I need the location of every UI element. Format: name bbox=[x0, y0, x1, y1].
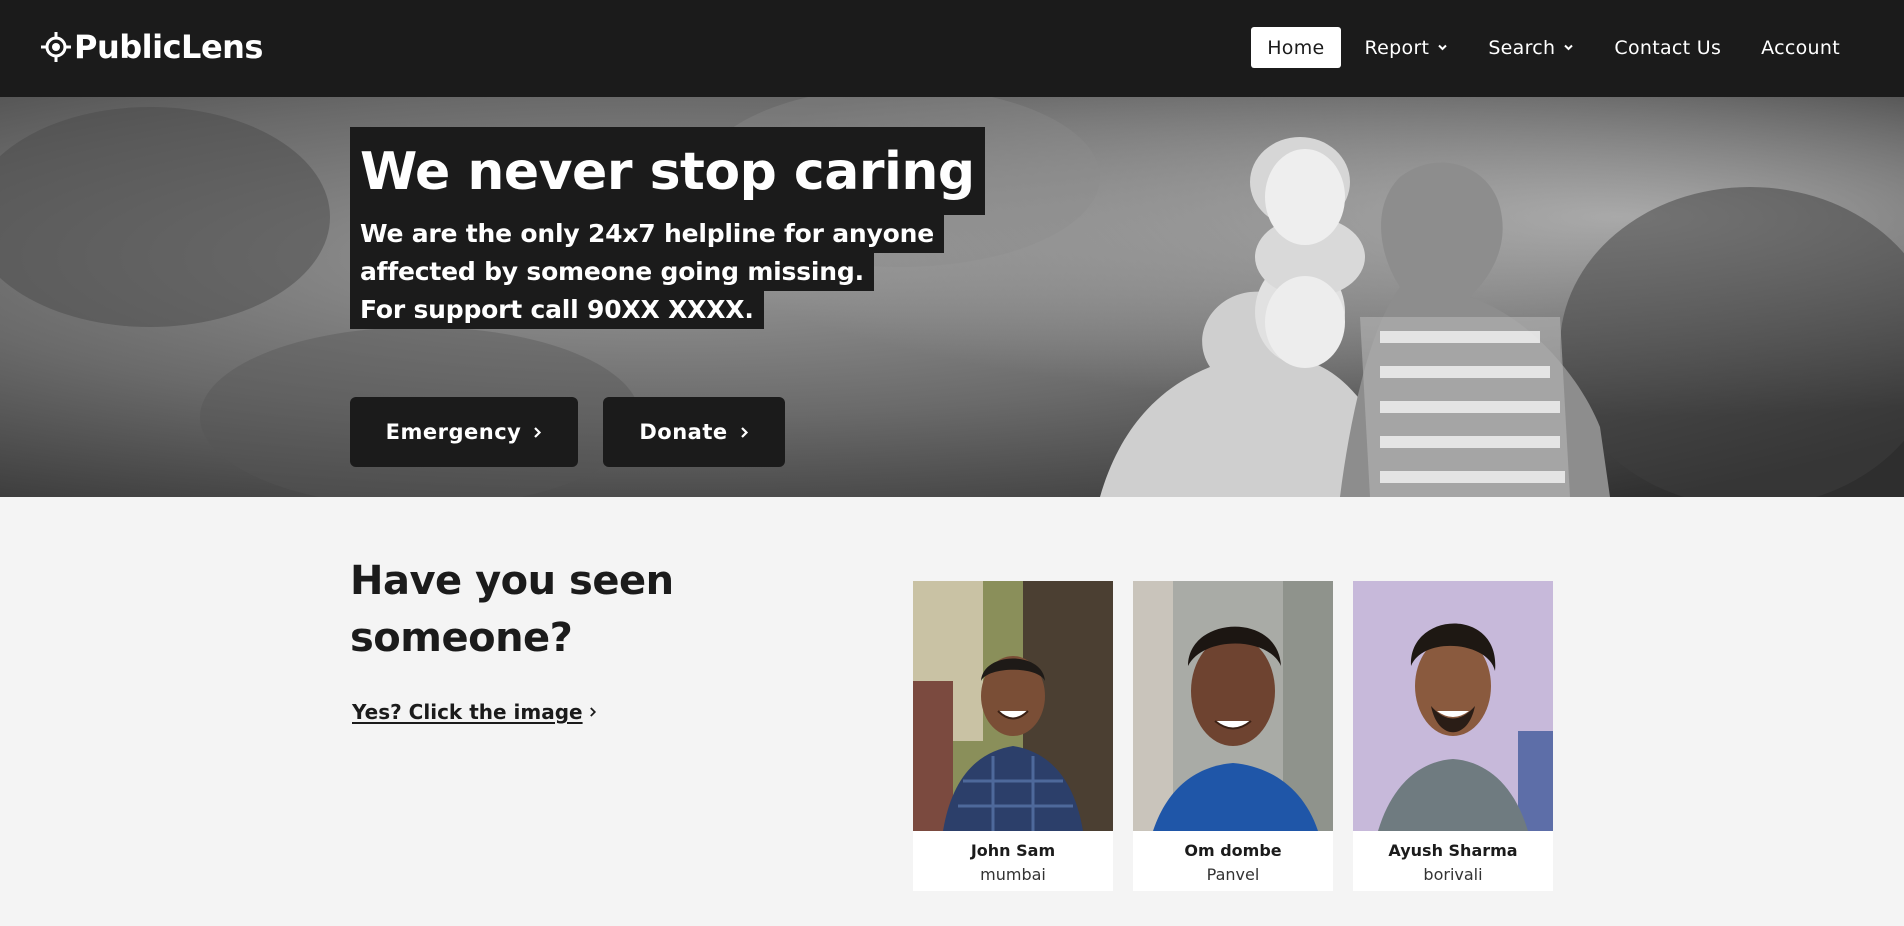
nav-contact-label: Contact Us bbox=[1614, 36, 1722, 59]
nav-report-dropdown[interactable]: Report bbox=[1349, 27, 1465, 68]
hero-subtitle-line: For support call 90XX XXXX. bbox=[350, 291, 764, 329]
person-location: borivali bbox=[1423, 865, 1483, 884]
person-photo bbox=[1353, 581, 1553, 831]
person-card[interactable]: John Sam mumbai bbox=[913, 581, 1113, 891]
seen-someone-heading: Have you seen someone? bbox=[350, 558, 674, 661]
donate-button[interactable]: Donate bbox=[603, 397, 785, 467]
hero-subtitle-line: affected by someone going missing. bbox=[350, 253, 874, 291]
donate-button-label: Donate bbox=[639, 420, 728, 444]
click-image-link-label: Yes? Click the image bbox=[352, 700, 583, 724]
nav-home[interactable]: Home bbox=[1251, 27, 1341, 68]
person-location: mumbai bbox=[980, 865, 1046, 884]
person-photo bbox=[913, 581, 1113, 831]
person-name: John Sam bbox=[970, 841, 1056, 860]
hero-subtitle-line: We are the only 24x7 helpline for anyone bbox=[350, 215, 944, 253]
emergency-button-label: Emergency bbox=[385, 420, 522, 444]
chevron-right-icon bbox=[740, 426, 748, 438]
hero-banner: We never stop caring We are the only 24x… bbox=[0, 97, 1904, 497]
main-nav: Home Report Search Contact Us Account bbox=[1243, 27, 1856, 68]
chevron-right-icon bbox=[589, 707, 596, 717]
nav-contact-us[interactable]: Contact Us bbox=[1598, 27, 1737, 68]
nav-search-dropdown[interactable]: Search bbox=[1472, 27, 1590, 68]
brand-logo-link[interactable]: PublicLens bbox=[40, 27, 263, 67]
crosshair-target-icon bbox=[41, 32, 71, 62]
chevron-down-icon bbox=[1564, 44, 1574, 51]
nav-search-label: Search bbox=[1488, 36, 1556, 59]
person-location: Panvel bbox=[1206, 865, 1260, 884]
hero-text-block: We never stop caring We are the only 24x… bbox=[350, 127, 985, 329]
click-image-link[interactable]: Yes? Click the image bbox=[352, 700, 597, 724]
nav-account-label: Account bbox=[1761, 36, 1840, 59]
nav-account[interactable]: Account bbox=[1745, 27, 1856, 68]
person-name: Ayush Sharma bbox=[1388, 841, 1518, 860]
hero-buttons: Emergency Donate bbox=[350, 397, 785, 467]
top-navbar: PublicLens Home Report Search Contact Us… bbox=[0, 0, 1904, 97]
emergency-button[interactable]: Emergency bbox=[350, 397, 578, 467]
chevron-down-icon bbox=[1438, 44, 1448, 51]
person-name: Om dombe bbox=[1184, 841, 1282, 860]
nav-report-label: Report bbox=[1364, 36, 1430, 59]
brand-name: PublicLens bbox=[74, 28, 263, 66]
person-card[interactable]: Ayush Sharma borivali bbox=[1353, 581, 1553, 891]
person-photo bbox=[1133, 581, 1333, 831]
hero-subtitle: We are the only 24x7 helpline for anyone… bbox=[350, 215, 985, 329]
person-card[interactable]: Om dombe Panvel bbox=[1133, 581, 1333, 891]
nav-home-label: Home bbox=[1267, 36, 1325, 59]
hero-title: We never stop caring bbox=[350, 127, 985, 215]
chevron-right-icon bbox=[534, 426, 542, 438]
missing-person-cards: John Sam mumbai Om dombe Panvel Ayush Sh… bbox=[913, 581, 1573, 891]
